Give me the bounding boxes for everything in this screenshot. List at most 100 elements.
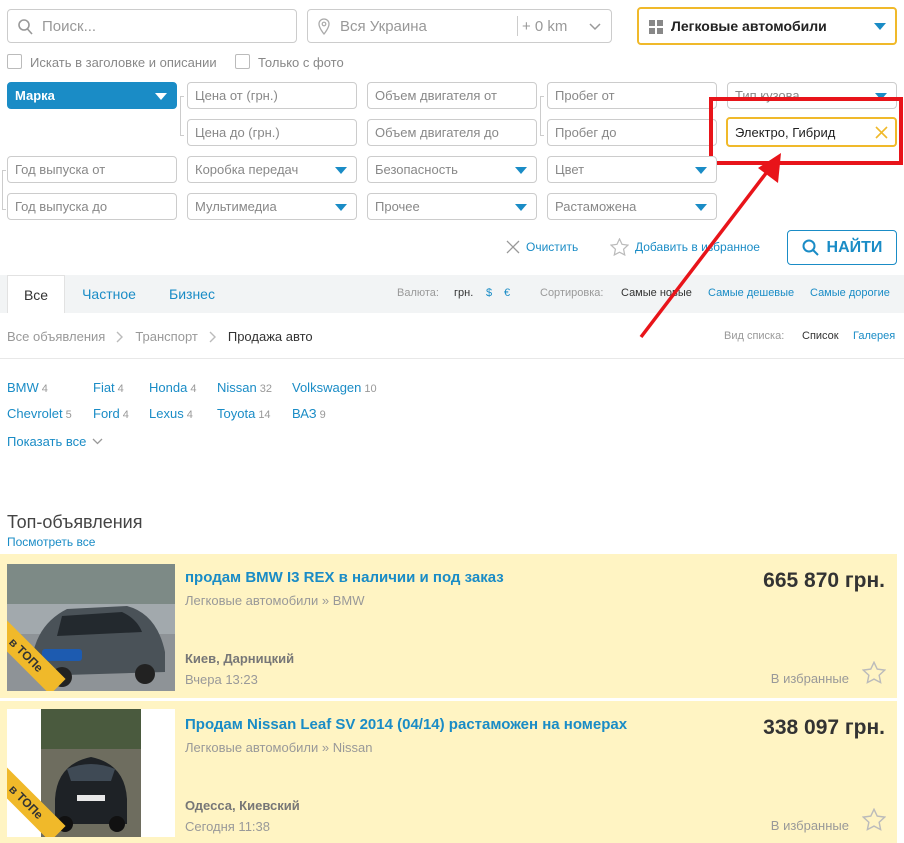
chevron-right-icon <box>209 331 216 342</box>
brand-link[interactable]: Volkswagen 10 <box>292 380 377 395</box>
top-heading: Топ-объявления <box>7 512 143 532</box>
category-value: Легковые автомобили <box>671 18 827 34</box>
customs-label: Растаможена <box>555 199 637 214</box>
currency-usd[interactable]: $ <box>486 287 492 299</box>
search-input[interactable]: Поиск... <box>7 9 297 43</box>
chevron-down-icon <box>589 23 601 31</box>
search-icon <box>18 19 33 35</box>
price-to-placeholder: Цена до (грн.) <box>195 125 280 140</box>
brand-link[interactable]: Toyota 14 <box>217 406 271 421</box>
engine-from-input[interactable]: Объем двигателя от <box>367 82 537 109</box>
listing-category: Легковые автомобили » BMW <box>185 593 365 608</box>
safety-select[interactable]: Безопасность <box>367 156 537 183</box>
show-all-button[interactable]: Показать все <box>7 434 103 449</box>
year-from-placeholder: Год выпуска от <box>15 162 106 177</box>
color-select[interactable]: Цвет <box>547 156 717 183</box>
currency-uah[interactable]: грн. <box>454 287 473 299</box>
add-to-favorites-link[interactable]: В избранные <box>771 818 849 833</box>
brand-link[interactable]: Lexus 4 <box>149 406 193 421</box>
safety-label: Безопасность <box>375 162 458 177</box>
caret-down-icon <box>335 167 347 174</box>
view-list[interactable]: Список <box>802 330 839 342</box>
close-icon <box>506 240 520 254</box>
engine-to-placeholder: Объем двигателя до <box>375 125 499 140</box>
listing-title[interactable]: продам BMW I3 REX в наличии и под заказ <box>185 569 504 586</box>
brand-select[interactable]: Марка <box>7 82 177 109</box>
currency-eur[interactable]: € <box>504 287 510 299</box>
listing-photo[interactable]: в ТОПе <box>7 709 175 837</box>
caret-down-icon <box>695 204 707 211</box>
brand-link[interactable]: Nissan 32 <box>217 380 272 395</box>
category-select[interactable]: Легковые автомобили <box>637 7 897 45</box>
brand-link[interactable]: Chevrolet 5 <box>7 406 72 421</box>
price-from-input[interactable]: Цена от (грн.) <box>187 82 357 109</box>
currency-label: Валюта: <box>397 287 439 299</box>
brand-link[interactable]: Honda 4 <box>149 380 196 395</box>
chevron-down-icon <box>92 438 103 445</box>
mileage-to-placeholder: Пробег до <box>555 125 617 140</box>
sort-label: Сортировка: <box>540 287 604 299</box>
star-outline-icon[interactable] <box>862 661 886 684</box>
top-see-all-link[interactable]: Посмотреть все <box>7 535 95 549</box>
listing-price: 338 097 грн. <box>763 716 885 739</box>
listing-photo[interactable]: в ТОПе <box>7 564 175 691</box>
add-favorite-label: Добавить в избранное <box>635 240 760 254</box>
listing-card[interactable]: в ТОПе Продам Nissan Leaf SV 2014 (04/14… <box>0 701 897 843</box>
mileage-from-placeholder: Пробег от <box>555 88 615 103</box>
title-desc-checkbox[interactable] <box>7 54 22 69</box>
brand-label: Марка <box>15 88 55 103</box>
brand-link[interactable]: ВАЗ 9 <box>292 406 326 421</box>
breadcrumb: Все объявления Транспорт Продажа авто <box>7 329 313 344</box>
mileage-to-input[interactable]: Пробег до <box>547 119 717 146</box>
view-gallery[interactable]: Галерея <box>853 330 895 342</box>
with-photo-checkbox[interactable] <box>235 54 250 69</box>
customs-select[interactable]: Растаможена <box>547 193 717 220</box>
listing-location: Киев, Дарницкий <box>185 651 295 666</box>
tab-business[interactable]: Бизнес <box>158 275 226 313</box>
brand-link[interactable]: Fiat 4 <box>93 380 124 395</box>
mileage-from-input[interactable]: Пробег от <box>547 82 717 109</box>
engine-to-input[interactable]: Объем двигателя до <box>367 119 537 146</box>
star-outline-icon <box>610 238 629 256</box>
find-button[interactable]: НАЙТИ <box>787 230 897 265</box>
star-outline-icon[interactable] <box>862 808 886 831</box>
grid-icon <box>649 20 663 34</box>
caret-down-icon <box>874 23 886 30</box>
chevron-right-icon <box>116 331 124 342</box>
location-value: Вся Украина <box>340 17 427 35</box>
year-from-input[interactable]: Год выпуска от <box>7 156 177 183</box>
listing-location: Одесса, Киевский <box>185 798 300 813</box>
breadcrumb-item[interactable]: Все объявления <box>7 329 105 344</box>
gearbox-label: Коробка передач <box>195 162 299 177</box>
year-to-input[interactable]: Год выпуска до <box>7 193 177 220</box>
listing-card[interactable]: в ТОПе продам BMW I3 REX в наличии и под… <box>0 554 897 698</box>
location-select[interactable]: Вся Украина + 0 km <box>307 9 612 43</box>
price-to-input[interactable]: Цена до (грн.) <box>187 119 357 146</box>
listing-title[interactable]: Продам Nissan Leaf SV 2014 (04/14) раста… <box>185 716 627 733</box>
sort-expensive[interactable]: Самые дорогие <box>810 287 890 299</box>
brand-link[interactable]: BMW 4 <box>7 380 48 395</box>
search-placeholder: Поиск... <box>42 17 97 35</box>
listing-price: 665 870 грн. <box>763 569 885 592</box>
clear-button[interactable]: Очистить <box>506 240 578 254</box>
annotation-highlight-box <box>709 97 903 165</box>
other-label: Прочее <box>375 199 420 214</box>
color-label: Цвет <box>555 162 585 177</box>
multimedia-select[interactable]: Мультимедиа <box>187 193 357 220</box>
map-pin-icon <box>318 18 330 35</box>
add-to-favorites-link[interactable]: В избранные <box>771 671 849 686</box>
listing-time: Сегодня 11:38 <box>185 819 271 834</box>
gearbox-select[interactable]: Коробка передач <box>187 156 357 183</box>
breadcrumb-item[interactable]: Транспорт <box>135 329 198 344</box>
year-to-placeholder: Год выпуска до <box>15 199 108 214</box>
brand-link[interactable]: Ford 4 <box>93 406 129 421</box>
tab-all[interactable]: Все <box>7 275 65 313</box>
sort-cheap[interactable]: Самые дешевые <box>708 287 794 299</box>
view-label: Вид списка: <box>724 330 785 342</box>
tab-private[interactable]: Частное <box>72 275 146 313</box>
add-favorite-button[interactable]: Добавить в избранное <box>610 238 760 256</box>
find-label: НАЙТИ <box>826 238 883 256</box>
other-select[interactable]: Прочее <box>367 193 537 220</box>
sort-new[interactable]: Самые новые <box>621 287 692 299</box>
price-from-placeholder: Цена от (грн.) <box>195 88 278 103</box>
